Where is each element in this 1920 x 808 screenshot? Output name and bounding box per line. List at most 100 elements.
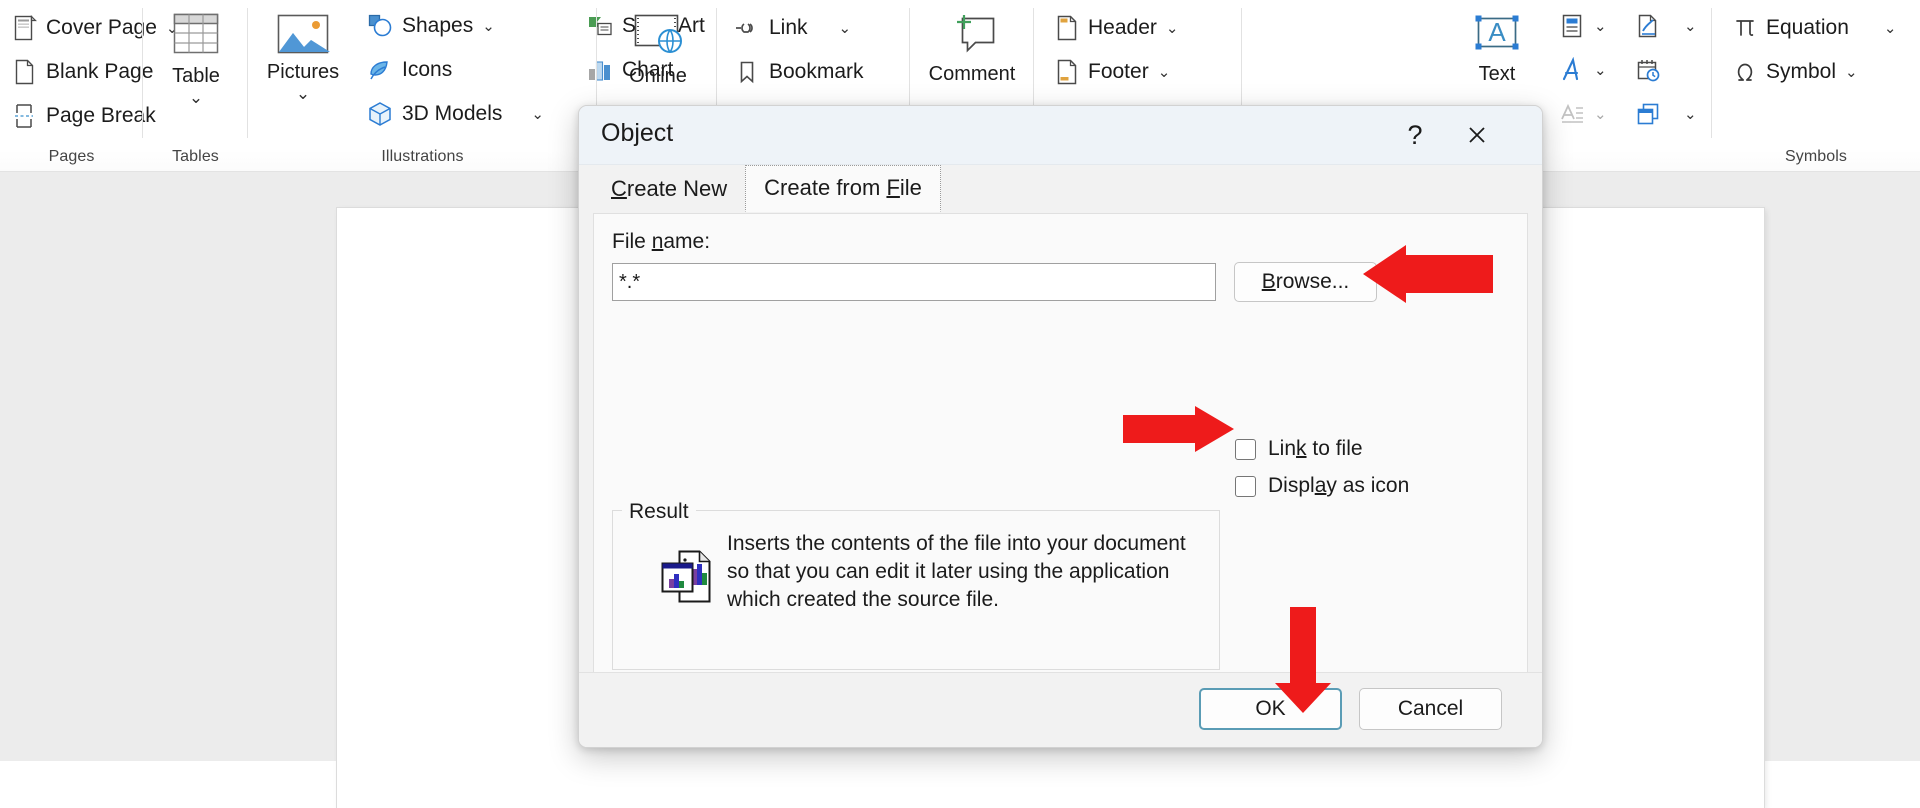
date-time-icon — [1635, 57, 1661, 83]
ok-button[interactable]: OK — [1199, 688, 1342, 730]
dialog-title: Object — [601, 119, 674, 147]
shapes-label: Shapes — [402, 14, 474, 37]
drop-cap-button[interactable]: ⌄ — [1552, 92, 1614, 136]
create-from-file-panel: File name: Browse... Link to file Displa… — [593, 213, 1528, 711]
footer-label: Footer — [1088, 60, 1149, 83]
equation-label: Equation — [1766, 16, 1849, 39]
bookmark-label: Bookmark — [769, 60, 864, 83]
chevron-down-icon[interactable]: ⌄ — [1684, 107, 1697, 122]
drop-cap-icon — [1559, 101, 1585, 127]
link-icon — [734, 17, 760, 39]
chevron-down-icon[interactable]: ⌄ — [839, 21, 852, 36]
ribbon-group-pages: Cover Page ⌄ Blank Page Page Break Pages — [0, 0, 178, 172]
result-description: Inserts the contents of the file into yo… — [727, 532, 1186, 611]
3d-models-label: 3D Models — [402, 102, 503, 125]
ribbon-group-tables: Table ⌄ Tables — [143, 0, 248, 172]
blank-page-icon — [13, 59, 37, 85]
header-button[interactable]: Header ⌄ — [1048, 6, 1185, 50]
chevron-down-icon[interactable]: ⌄ — [1594, 63, 1607, 78]
display-as-icon-checkbox[interactable]: Display as icon — [1235, 474, 1409, 498]
checkbox-box[interactable] — [1235, 475, 1256, 497]
icons-button[interactable]: Icons — [360, 48, 459, 92]
file-name-input[interactable] — [612, 263, 1216, 301]
cover-page-label: Cover Page — [46, 16, 157, 39]
shapes-button[interactable]: Shapes ⌄ — [360, 4, 502, 48]
chevron-down-icon[interactable]: ⌄ — [1594, 19, 1607, 34]
cancel-button[interactable]: Cancel — [1359, 688, 1502, 730]
new-comment-icon — [943, 12, 1001, 60]
quick-parts-icon — [1559, 13, 1585, 39]
ribbon-group-symbols: Equation ⌄ Symbol ⌄ Symbols — [1712, 0, 1920, 172]
new-comment-button[interactable]: Comment — [926, 6, 1018, 116]
tab-create-new[interactable]: Create New — [593, 167, 745, 212]
close-icon[interactable] — [1454, 114, 1500, 156]
page-break-button[interactable]: Page Break — [6, 94, 163, 138]
bookmark-button[interactable]: Bookmark — [727, 50, 871, 94]
signature-line-icon — [1635, 13, 1661, 39]
chevron-down-icon[interactable]: ⌄ — [1684, 19, 1697, 34]
chevron-down-icon[interactable]: ⌄ — [531, 107, 544, 122]
display-as-icon-label: Display as icon — [1268, 474, 1410, 497]
table-button[interactable]: Table ⌄ — [161, 6, 231, 118]
quick-parts-button[interactable]: ⌄ — [1552, 4, 1614, 48]
result-file-icon — [659, 543, 715, 610]
footer-button[interactable]: Footer ⌄ — [1048, 50, 1177, 94]
header-label: Header — [1088, 16, 1157, 39]
svg-text:A: A — [1488, 17, 1506, 47]
text-box-button[interactable]: A Text — [1458, 6, 1536, 116]
ribbon-group-label-symbols: Symbols — [1784, 148, 1848, 165]
page-break-icon — [13, 103, 37, 129]
chevron-down-icon[interactable]: ⌄ — [1166, 21, 1179, 36]
ribbon-group-label-pages: Pages — [48, 148, 95, 165]
file-name-label: File name: — [612, 230, 711, 253]
chevron-down-icon[interactable]: ⌄ — [1594, 107, 1607, 122]
dialog-footer: OK Cancel — [579, 672, 1542, 747]
browse-button[interactable]: Browse... — [1234, 262, 1377, 302]
new-comment-label: Comment — [928, 63, 1016, 85]
3d-models-icon — [367, 101, 393, 127]
link-button[interactable]: Link ⌄ — [727, 6, 858, 50]
header-icon — [1055, 15, 1079, 41]
wordart-icon — [1559, 57, 1585, 83]
date-time-button[interactable] — [1628, 48, 1668, 92]
text-box-label: Text — [1478, 63, 1516, 85]
chevron-down-icon[interactable]: ⌄ — [1845, 65, 1858, 80]
chevron-down-icon[interactable]: ⌄ — [296, 85, 310, 102]
text-box-icon: A — [1467, 12, 1527, 60]
table-icon — [170, 12, 222, 62]
table-label: Table — [172, 65, 220, 87]
symbol-icon — [1733, 60, 1757, 84]
footer-icon — [1055, 59, 1079, 85]
ribbon-group-label-tables: Tables — [172, 148, 219, 165]
checkbox-box[interactable] — [1235, 438, 1256, 460]
link-to-file-label: Link to file — [1268, 437, 1363, 460]
signature-line-button[interactable]: ⌄ — [1628, 4, 1704, 48]
chevron-down-icon[interactable]: ⌄ — [189, 89, 203, 106]
object-icon — [1635, 101, 1661, 127]
equation-button[interactable]: Equation ⌄ — [1726, 6, 1903, 50]
result-groupbox: Inserts the contents of the file into yo… — [612, 510, 1220, 670]
pictures-label: Pictures — [266, 61, 340, 83]
bookmark-icon — [734, 60, 760, 84]
symbol-button[interactable]: Symbol ⌄ — [1726, 50, 1865, 94]
object-dialog: Object ? Create New Create from File Fil… — [578, 105, 1543, 748]
3d-models-button[interactable]: 3D Models ⌄ — [360, 92, 551, 136]
wordart-button[interactable]: ⌄ — [1552, 48, 1614, 92]
online-video-label: Online — [629, 65, 687, 87]
link-to-file-checkbox[interactable]: Link to file — [1235, 437, 1363, 461]
chevron-down-icon[interactable]: ⌄ — [1884, 21, 1897, 36]
tab-create-from-file[interactable]: Create from File — [745, 165, 941, 212]
equation-icon — [1733, 16, 1757, 40]
pictures-button[interactable]: Pictures ⌄ — [260, 6, 346, 118]
chevron-down-icon[interactable]: ⌄ — [1158, 65, 1171, 80]
dialog-body: Create New Create from File File name: B… — [579, 165, 1542, 747]
blank-page-button[interactable]: Blank Page — [6, 50, 160, 94]
object-button[interactable]: ⌄ — [1628, 92, 1704, 136]
online-video-button[interactable]: Online — [619, 6, 697, 116]
pictures-icon — [275, 12, 331, 58]
chevron-down-icon[interactable]: ⌄ — [482, 19, 495, 34]
dialog-title-bar: Object ? — [579, 106, 1542, 165]
symbol-label: Symbol — [1766, 60, 1837, 83]
icons-icon — [367, 57, 393, 83]
help-icon[interactable]: ? — [1392, 114, 1438, 156]
